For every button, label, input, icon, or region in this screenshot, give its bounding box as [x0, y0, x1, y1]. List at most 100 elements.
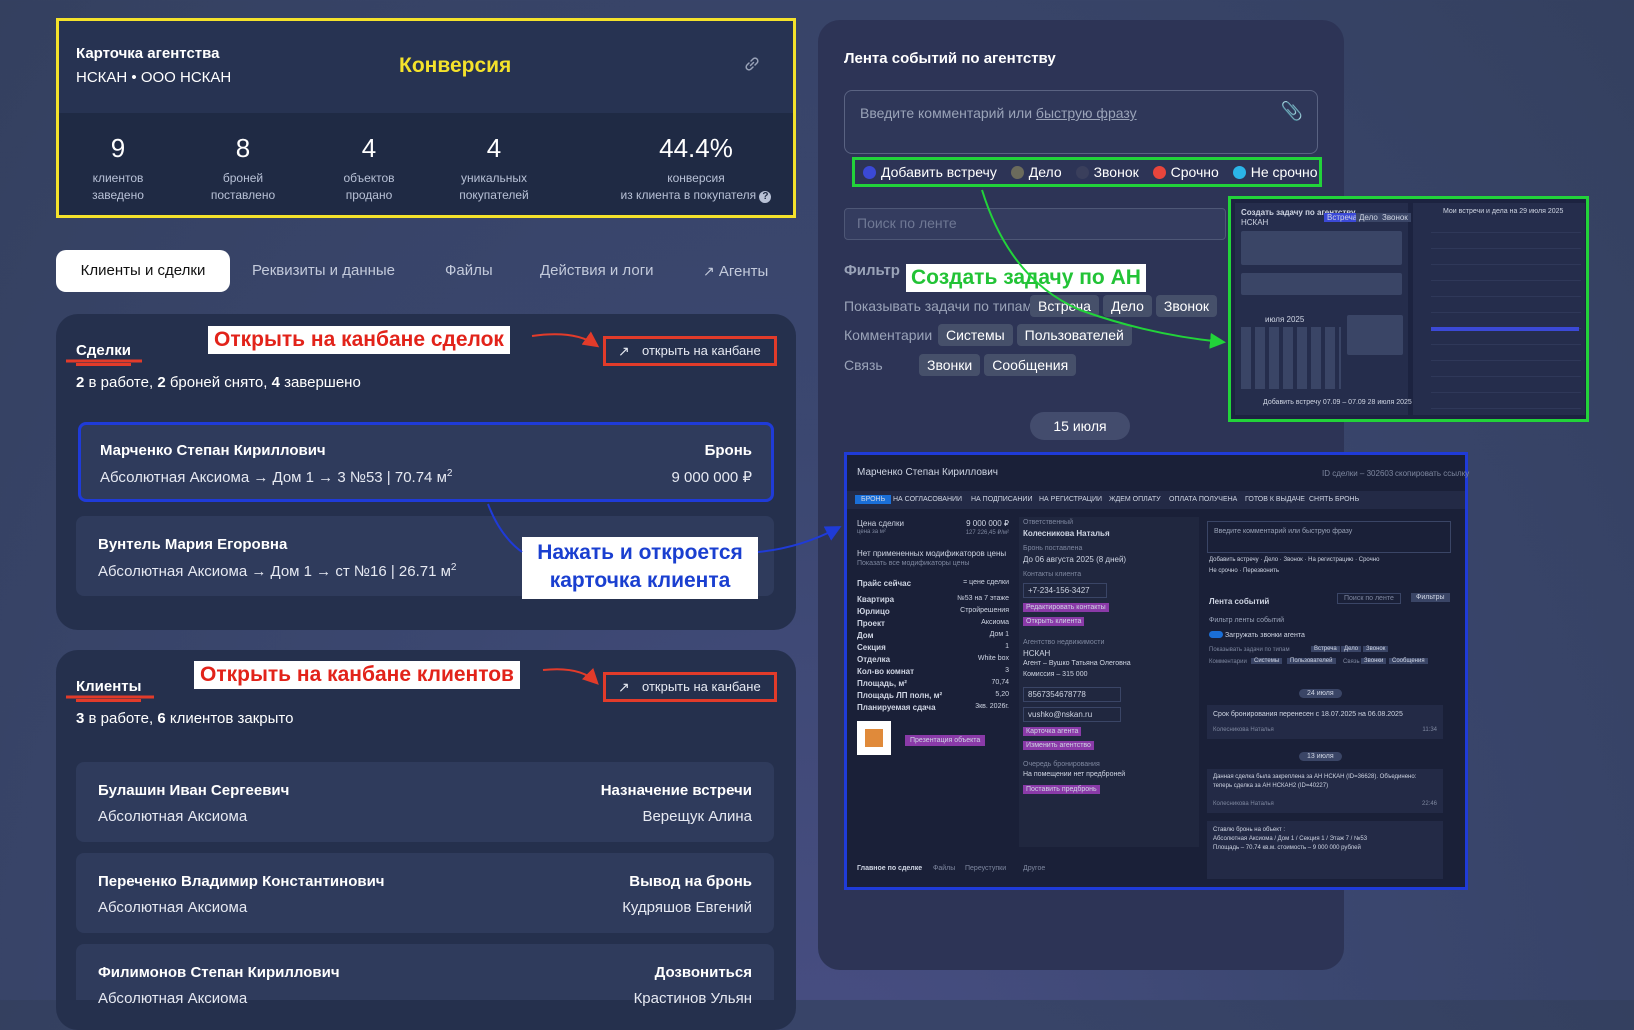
- copy-link[interactable]: скопировать ссылку: [1395, 469, 1469, 478]
- agent-phone[interactable]: 8567354678778: [1023, 687, 1121, 702]
- agency-card-header: Карточка агентства НСКАН • ООО НСКАН Кон…: [59, 21, 793, 113]
- deal-feed-search[interactable]: Поиск по ленте: [1337, 593, 1401, 604]
- deal-type-chip[interactable]: Дело: [1341, 646, 1362, 652]
- deal-quick-action[interactable]: Срочно: [1359, 557, 1380, 563]
- stage-waiting-payment[interactable]: ЖДЕМ ОПЛАТУ: [1109, 496, 1161, 503]
- prop-key: Дом: [857, 631, 874, 640]
- deal-type-chip[interactable]: Звонок: [1363, 646, 1389, 652]
- bottom-tab-assignments[interactable]: Переуступки: [965, 865, 1006, 872]
- stage-payment-received[interactable]: ОПЛАТА ПОЛУЧЕНА: [1169, 496, 1237, 503]
- not-urgent-dot-icon: [1232, 166, 1246, 179]
- stat-label: конверсия: [667, 171, 725, 185]
- stage-booking[interactable]: БРОНЬ: [855, 495, 892, 504]
- agent-email[interactable]: vushko@nskan.ru: [1023, 707, 1121, 722]
- deal-comment-chip[interactable]: Пользователей: [1287, 658, 1336, 664]
- deal-quick-action[interactable]: Звонок: [1283, 557, 1302, 563]
- link-icon[interactable]: [743, 55, 761, 73]
- stage-approval[interactable]: НА СОГЛАСОВАНИИ: [893, 496, 962, 503]
- bottom-tab-main[interactable]: Главное по сделке: [857, 865, 922, 872]
- bottom-tab-files[interactable]: Файлы: [933, 865, 955, 872]
- filter-chip-task[interactable]: Дело: [1102, 295, 1152, 317]
- deal-row[interactable]: Марченко Степан Кириллович Абсолютная Ак…: [78, 422, 774, 502]
- client-row[interactable]: Филимонов Степан Кириллович Абсолютная А…: [76, 944, 774, 1007]
- deal-link-chip[interactable]: Звонки: [1361, 658, 1387, 664]
- filter-chip-system[interactable]: Системы: [938, 324, 1013, 346]
- event-text: Абсолютная Аксиома / Дом 1 / Секция 1 / …: [1213, 836, 1368, 842]
- client-stage: Назначение встречи: [600, 782, 752, 799]
- tab-files[interactable]: Файлы: [445, 250, 493, 292]
- prop-value: 1: [1005, 643, 1009, 650]
- price-label: Цена сделки: [857, 519, 904, 528]
- filter-chip-meeting[interactable]: Встреча: [1030, 295, 1099, 317]
- load-calls-toggle[interactable]: Загружать звонки агента: [1209, 631, 1305, 639]
- task-tab-task[interactable]: Дело: [1356, 213, 1381, 222]
- deal-comment-chip[interactable]: Системы: [1251, 658, 1283, 664]
- stage-registration[interactable]: НА РЕГИСТРАЦИИ: [1039, 496, 1102, 503]
- agent-card-button[interactable]: Карточка агента: [1023, 727, 1082, 736]
- calendar-event[interactable]: [1431, 327, 1579, 331]
- urgent-dot-icon: [1152, 166, 1166, 179]
- deal-feed-column: Введите комментарий или быструю фразу До…: [1207, 517, 1459, 885]
- tab-clients-deals[interactable]: Клиенты и сделки: [56, 250, 230, 292]
- queue-value: На помещении нет предброней: [1023, 771, 1126, 778]
- quick-action-task[interactable]: Дело: [1010, 164, 1062, 180]
- deal-quick-action[interactable]: Добавить встречу: [1209, 557, 1259, 563]
- deal-quick-action[interactable]: На регистрацию: [1308, 557, 1353, 563]
- stage-ready[interactable]: ГОТОВ К ВЫДАЧЕ: [1245, 496, 1305, 503]
- task-comment-box[interactable]: [1241, 231, 1402, 265]
- help-icon[interactable]: ?: [759, 191, 772, 203]
- client-row[interactable]: Булашин Иван Сергеевич Абсолютная Аксиом…: [76, 762, 774, 842]
- paperclip-icon[interactable]: 📎: [1281, 101, 1303, 122]
- deal-type-chip[interactable]: Встреча: [1311, 646, 1340, 652]
- filter-chip-call[interactable]: Звонок: [1155, 295, 1218, 317]
- tab-requisites[interactable]: Реквизиты и данные: [252, 250, 395, 292]
- stage-cancel-booking[interactable]: СНЯТЬ БРОНЬ: [1309, 496, 1359, 503]
- edit-contacts-button[interactable]: Редактировать контакты: [1023, 603, 1109, 612]
- filter-chip-calls[interactable]: Звонки: [919, 354, 981, 376]
- calendar-month: июля 2025: [1265, 315, 1305, 324]
- stat-label: броней: [222, 171, 264, 185]
- client-row[interactable]: Переченко Владимир Константинович Абсолю…: [76, 853, 774, 933]
- task-tab-call[interactable]: Звонок: [1379, 213, 1411, 222]
- presentation-button[interactable]: Презентация объекта: [905, 735, 986, 746]
- add-meeting-button[interactable]: Добавить встречу 07.09 – 07.09 28 июля 2…: [1263, 399, 1412, 406]
- open-client-button[interactable]: Открыть клиента: [1023, 617, 1085, 626]
- task-tab-meeting[interactable]: Встреча: [1324, 213, 1361, 222]
- price-per-m: 127 226,45 ₽/м²: [965, 530, 1009, 536]
- quick-action-add-meeting[interactable]: Добавить встречу: [863, 164, 997, 180]
- open-deals-kanban-button[interactable]: ↗ открыть на канбане: [603, 336, 777, 366]
- client-project: Абсолютная Аксиома: [98, 990, 248, 1007]
- quick-phrase-link[interactable]: быструю фразу: [1036, 105, 1137, 121]
- tab-actions-logs[interactable]: Действия и логи: [540, 250, 654, 292]
- quick-action-call[interactable]: Звонок: [1075, 164, 1139, 180]
- quick-action-urgent[interactable]: Срочно: [1152, 164, 1219, 180]
- responsible-label: Ответственный: [1023, 519, 1073, 526]
- bottom-tab-other[interactable]: Другое: [1023, 865, 1045, 872]
- tab-agents[interactable]: ↗ Агенты: [703, 250, 768, 292]
- comment-input[interactable]: Введите комментарий или быструю фразу 📎: [844, 90, 1318, 154]
- stage-signing[interactable]: НА ПОДПИСАНИИ: [971, 496, 1032, 503]
- annotation-line: Нажать и откроется: [537, 541, 743, 564]
- open-clients-kanban-button[interactable]: ↗ открыть на канбане: [603, 672, 777, 702]
- deal-quick-action[interactable]: Перезвонить: [1243, 568, 1279, 574]
- change-agency-button[interactable]: Изменить агентство: [1023, 741, 1094, 750]
- floor-plan-thumbnail[interactable]: [857, 721, 891, 755]
- mini-calendar[interactable]: [1241, 327, 1341, 389]
- deal-quick-action[interactable]: Дело: [1264, 557, 1278, 563]
- deal-comment-input[interactable]: Введите комментарий или быструю фразу: [1207, 521, 1451, 553]
- set-prebook-button[interactable]: Поставить предбронь: [1023, 785, 1100, 794]
- deal-comments-label: Комментарии: [1209, 659, 1247, 665]
- deal-client-name: Вунтель Мария Егоровна: [98, 536, 288, 553]
- quick-action-label: Добавить встречу: [881, 164, 997, 180]
- deal-feed-filters-button[interactable]: Фильтры: [1411, 593, 1450, 602]
- feed-search-input[interactable]: Поиск по ленте: [844, 208, 1226, 240]
- quick-action-not-urgent[interactable]: Не срочно: [1232, 164, 1318, 180]
- deal-show-types: Показывать задачи по типам: [1209, 647, 1290, 653]
- deal-quick-action[interactable]: Не срочно: [1209, 568, 1238, 574]
- client-project: Абсолютная Аксиома: [98, 808, 248, 825]
- client-phone[interactable]: +7-234-156-3427: [1023, 583, 1107, 598]
- filter-chip-users[interactable]: Пользователей: [1016, 324, 1132, 346]
- deal-link-chip[interactable]: Сообщения: [1389, 658, 1428, 664]
- show-modifiers[interactable]: Показать все модификаторы цены: [857, 560, 969, 567]
- filter-chip-messages[interactable]: Сообщения: [984, 354, 1077, 376]
